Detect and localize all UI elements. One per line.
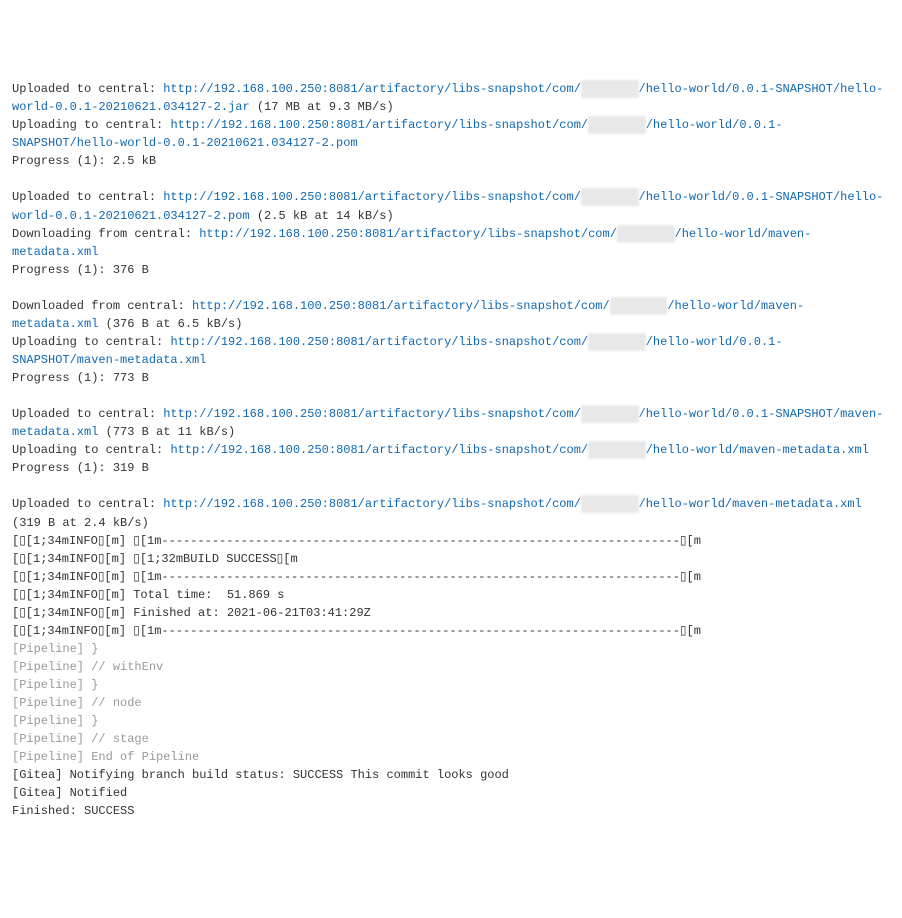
url-text[interactable]: http://192.168.100.250:8081/artifactory/… [163, 407, 581, 421]
log-text: Uploading to central: [12, 443, 170, 457]
console-output: Uploaded to central: http://192.168.100.… [12, 80, 890, 820]
console-line: [▯[1;34mINFO▯[m] ▯[1;32mBUILD SUCCESS▯[m [12, 550, 890, 568]
log-text: Progress (1): 319 B [12, 461, 149, 475]
log-text [12, 389, 19, 403]
redacted-text: xxxxxxxx [588, 441, 646, 459]
log-text: Uploaded to central: [12, 498, 163, 512]
log-text: [▯[1;34mINFO▯[m] ▯[1;32mBUILD SUCCESS▯[m [12, 552, 298, 566]
console-line: [Gitea] Notifying branch build status: S… [12, 766, 890, 784]
console-line: Uploading to central: http://192.168.100… [12, 333, 890, 369]
console-line: [Pipeline] } [12, 712, 890, 730]
redacted-text: xxxxxxxx [581, 80, 639, 98]
console-line: [Pipeline] } [12, 676, 890, 694]
pipeline-text: [Pipeline] // stage [12, 732, 149, 746]
console-line: [Pipeline] } [12, 640, 890, 658]
console-line: [Pipeline] // withEnv [12, 658, 890, 676]
console-line: Uploading to central: http://192.168.100… [12, 441, 890, 459]
console-line: [▯[1;34mINFO▯[m] ▯[1m-------------------… [12, 622, 890, 640]
console-line: [Gitea] Notified [12, 784, 890, 802]
redacted-text: xxxxxxxx [588, 333, 646, 351]
url-text[interactable]: /hello-world/maven-metadata.xml [646, 443, 869, 457]
log-text: Downloaded from central: [12, 299, 192, 313]
url-text[interactable]: http://192.168.100.250:8081/artifactory/… [170, 118, 588, 132]
pipeline-text: [Pipeline] } [12, 678, 98, 692]
console-line: Uploading to central: http://192.168.100… [12, 116, 890, 152]
console-line: Progress (1): 2.5 kB [12, 152, 890, 170]
console-line: [Pipeline] End of Pipeline [12, 748, 890, 766]
console-line: [Pipeline] // stage [12, 730, 890, 748]
log-text: Uploading to central: [12, 118, 170, 132]
log-text: [▯[1;34mINFO▯[m] Total time: 51.869 s [12, 588, 284, 602]
redacted-text: xxxxxxxx [610, 297, 668, 315]
log-text [12, 479, 19, 493]
console-line: Progress (1): 773 B [12, 369, 890, 387]
log-text: Downloading from central: [12, 227, 199, 241]
pipeline-text: [Pipeline] } [12, 714, 98, 728]
console-line: [Pipeline] // node [12, 694, 890, 712]
log-text: Progress (1): 773 B [12, 371, 149, 385]
console-line [12, 387, 890, 405]
console-line [12, 477, 890, 495]
console-line: [▯[1;34mINFO▯[m] Total time: 51.869 s [12, 586, 890, 604]
pipeline-text: [Pipeline] } [12, 642, 98, 656]
console-line: Downloading from central: http://192.168… [12, 225, 890, 261]
log-text: Uploaded to central: [12, 407, 163, 421]
log-text: [▯[1;34mINFO▯[m] Finished at: 2021-06-21… [12, 606, 371, 620]
console-line: Uploaded to central: http://192.168.100.… [12, 495, 890, 531]
console-line [12, 170, 890, 188]
log-text: [Gitea] Notified [12, 786, 127, 800]
log-text: [▯[1;34mINFO▯[m] ▯[1m-------------------… [12, 534, 701, 548]
log-text: [▯[1;34mINFO▯[m] ▯[1m-------------------… [12, 624, 701, 638]
console-line: Progress (1): 319 B [12, 459, 890, 477]
log-text: (2.5 kB at 14 kB/s) [250, 209, 394, 223]
log-text: Uploading to central: [12, 335, 170, 349]
url-text[interactable]: http://192.168.100.250:8081/artifactory/… [199, 227, 617, 241]
log-text [12, 281, 19, 295]
url-text[interactable]: http://192.168.100.250:8081/artifactory/… [163, 82, 581, 96]
redacted-text: xxxxxxxx [581, 405, 639, 423]
log-text: Progress (1): 376 B [12, 263, 149, 277]
console-line: Downloaded from central: http://192.168.… [12, 297, 890, 333]
log-text: (773 B at 11 kB/s) [98, 425, 235, 439]
log-text: (17 MB at 9.3 MB/s) [250, 100, 394, 114]
redacted-text: xxxxxxxx [588, 116, 646, 134]
log-text: Finished: SUCCESS [12, 804, 134, 818]
url-text[interactable]: http://192.168.100.250:8081/artifactory/… [170, 335, 588, 349]
console-line: [▯[1;34mINFO▯[m] ▯[1m-------------------… [12, 568, 890, 586]
redacted-text: xxxxxxxx [581, 188, 639, 206]
url-text[interactable]: http://192.168.100.250:8081/artifactory/… [163, 498, 581, 512]
log-text: [▯[1;34mINFO▯[m] ▯[1m-------------------… [12, 570, 701, 584]
log-text: Progress (1): 2.5 kB [12, 154, 156, 168]
pipeline-text: [Pipeline] // node [12, 696, 142, 710]
console-line [12, 279, 890, 297]
console-line: Finished: SUCCESS [12, 802, 890, 820]
url-text[interactable]: http://192.168.100.250:8081/artifactory/… [170, 443, 588, 457]
log-text: Uploaded to central: [12, 191, 163, 205]
console-line: Uploaded to central: http://192.168.100.… [12, 405, 890, 441]
log-text [12, 172, 19, 186]
pipeline-text: [Pipeline] End of Pipeline [12, 750, 199, 764]
console-line: Uploaded to central: http://192.168.100.… [12, 80, 890, 116]
redacted-text: xxxxxxxx [617, 225, 675, 243]
log-text: (376 B at 6.5 kB/s) [98, 317, 242, 331]
log-text: [Gitea] Notifying branch build status: S… [12, 768, 509, 782]
console-line: Progress (1): 376 B [12, 261, 890, 279]
url-text[interactable]: http://192.168.100.250:8081/artifactory/… [192, 299, 610, 313]
redacted-text: xxxxxxxx [581, 495, 639, 513]
console-line: [▯[1;34mINFO▯[m] ▯[1m-------------------… [12, 532, 890, 550]
url-text[interactable]: http://192.168.100.250:8081/artifactory/… [163, 191, 581, 205]
url-text[interactable]: /hello-world/maven-metadata.xml [639, 498, 862, 512]
pipeline-text: [Pipeline] // withEnv [12, 660, 163, 674]
log-text: Uploaded to central: [12, 82, 163, 96]
console-line: [▯[1;34mINFO▯[m] Finished at: 2021-06-21… [12, 604, 890, 622]
console-line: Uploaded to central: http://192.168.100.… [12, 188, 890, 224]
